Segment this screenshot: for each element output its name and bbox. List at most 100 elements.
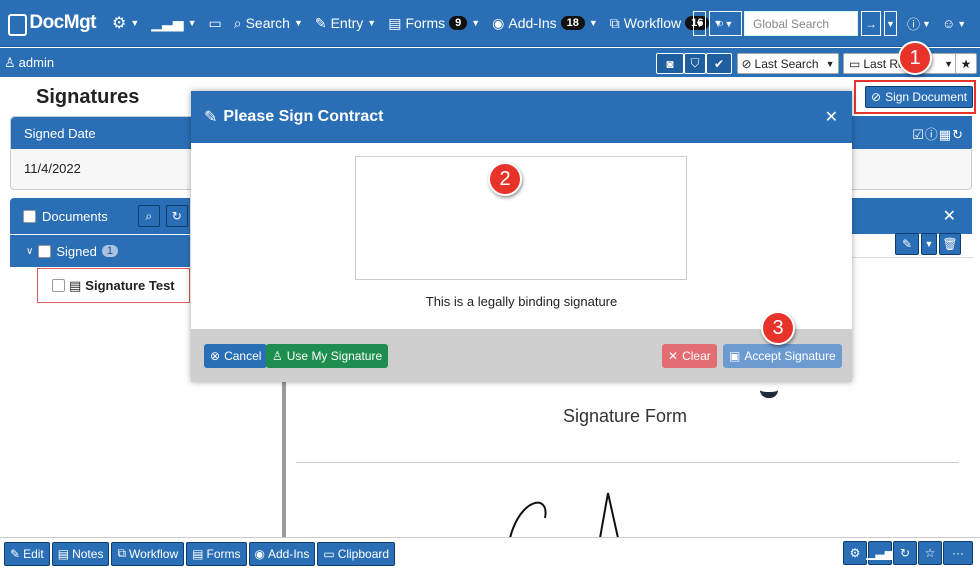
global-search-go-button[interactable]: → bbox=[861, 11, 881, 36]
info-icon: ⓘ bbox=[907, 17, 921, 32]
notes-button[interactable]: ▤ Notes bbox=[51, 541, 110, 566]
search-icon: ⌕ bbox=[145, 208, 153, 223]
star-icon: ★ bbox=[960, 56, 972, 71]
signed-folder-checkbox[interactable] bbox=[38, 244, 52, 258]
edit-icon: ✎ bbox=[204, 109, 218, 126]
shield-button[interactable]: ⛉ bbox=[684, 53, 706, 74]
user-menu[interactable]: ☺ ▼ bbox=[942, 11, 966, 36]
logo-icon bbox=[8, 14, 28, 36]
pencil-icon: ✎ bbox=[10, 546, 21, 561]
gear-icon: ⚙ bbox=[112, 15, 127, 32]
check-button[interactable]: ✔ bbox=[706, 53, 732, 74]
global-search-input[interactable]: Global Search bbox=[744, 11, 858, 36]
documents-header: Documents ⌕ ↻ bbox=[10, 198, 190, 234]
chevron-down-icon: ▼ bbox=[886, 18, 895, 29]
x-icon: ✕ bbox=[668, 349, 679, 363]
logo-fragment bbox=[760, 382, 778, 398]
delete-button[interactable]: 🗑 bbox=[939, 233, 961, 255]
chevron-down-icon: ∨ bbox=[26, 245, 34, 257]
workflow-button[interactable]: ⧉ Workflow bbox=[111, 541, 185, 566]
settings-button[interactable]: ⚙ bbox=[843, 541, 867, 565]
sign-contract-modal: ✎ Please Sign Contract ✕ This is a legal… bbox=[191, 91, 852, 382]
cancel-circle-icon: ⊗ bbox=[210, 349, 221, 363]
clipboard-button[interactable]: ▭ Clipboard bbox=[317, 541, 396, 566]
bottom-right-tools: ⚙ ▁▃▅ ↻ ☆ ··· bbox=[843, 541, 973, 565]
trash-icon: 🗑 bbox=[942, 237, 958, 251]
chevron-down-icon: ▼ bbox=[924, 239, 934, 249]
annotation-dropdown[interactable]: ▼ bbox=[921, 233, 937, 255]
camera-button[interactable]: ◙ bbox=[656, 53, 684, 74]
shield-icon: ⛉ bbox=[690, 56, 700, 70]
callout-3: 3 bbox=[761, 311, 795, 345]
workflow-icon: ⧉ bbox=[609, 14, 620, 31]
user-award-icon: ♙ bbox=[4, 54, 16, 70]
close-icon[interactable]: ✕ bbox=[825, 107, 838, 127]
inbox-button[interactable]: ▭ bbox=[209, 0, 222, 47]
callout-2: 2 bbox=[488, 162, 522, 196]
addins-icon: ◉ bbox=[492, 14, 505, 31]
addins-button[interactable]: ◉ Add-Ins bbox=[248, 541, 316, 566]
documents-search-button[interactable]: ⌕ bbox=[137, 205, 160, 227]
stats-button[interactable]: ▁▃▅ bbox=[866, 541, 894, 565]
document-item-signature-test[interactable]: ▤ Signature Test bbox=[37, 268, 190, 303]
signature-form-title: Signature Form bbox=[562, 406, 688, 426]
reports-menu[interactable]: ▁▃▅ ▼ bbox=[151, 0, 196, 47]
use-my-signature-button[interactable]: ♙ Use My Signature bbox=[266, 344, 389, 368]
accept-signature-button[interactable]: ▣ Accept Signature bbox=[723, 344, 842, 368]
page-title: Signatures bbox=[36, 86, 140, 108]
forms-menu[interactable]: ▤ Forms 9 ▼ bbox=[388, 0, 480, 47]
folder-icon: ▭ bbox=[849, 56, 861, 71]
info-menu[interactable]: ⓘ ▼ bbox=[907, 11, 931, 36]
check-circle-icon: ⊘ bbox=[741, 56, 752, 71]
forms-count-badge: 9 bbox=[449, 16, 468, 30]
cancel-button[interactable]: ⊗ Cancel bbox=[204, 344, 268, 368]
edit-annotation-button[interactable]: ✎ bbox=[895, 233, 919, 255]
viewer-header: ✕ bbox=[852, 198, 972, 234]
documents-select-all-checkbox[interactable] bbox=[23, 209, 36, 223]
refresh-button[interactable]: ↻ bbox=[893, 541, 917, 565]
favorites-button[interactable]: ★ bbox=[955, 53, 977, 74]
arrow-right-icon: → bbox=[865, 16, 877, 31]
edit-icon: ✎ bbox=[314, 14, 327, 31]
entry-menu[interactable]: ✎ Entry ▼ bbox=[315, 0, 376, 47]
clear-button[interactable]: ✕ Clear bbox=[662, 344, 717, 368]
panel-tools-icons[interactable]: ☑ⓘ▦↻ bbox=[912, 124, 964, 143]
refresh-icon: ↻ bbox=[171, 209, 182, 223]
addins-icon: ◉ bbox=[254, 546, 265, 561]
document-checkbox[interactable] bbox=[52, 279, 65, 292]
bar-chart-icon: ▁▃▅ bbox=[866, 546, 894, 560]
camera-icon: ◙ bbox=[666, 56, 674, 71]
search-icon: ⌕ bbox=[233, 14, 242, 31]
sign-document-button[interactable]: ⊘ Sign Document bbox=[865, 86, 974, 108]
addins-menu[interactable]: ◉ Add-Ins 18 ▼ bbox=[492, 0, 598, 47]
clipboard-icon: ▭ bbox=[323, 546, 335, 561]
search-type-dropdown[interactable]: ⌕ ▼ bbox=[709, 11, 742, 36]
settings-menu[interactable]: ⚙ ▼ bbox=[112, 0, 139, 47]
signed-folder-row[interactable]: ∨ Signed 1 bbox=[10, 235, 190, 267]
viewer-toolbar: ✎ ▼ 🗑 bbox=[895, 233, 961, 255]
search-scope-dropdown[interactable]: ▼ bbox=[693, 11, 706, 36]
user-indicator: ♙ admin bbox=[4, 54, 55, 71]
top-navbar: DocMgt ⚙ ▼ ▁▃▅ ▼ ▭ ⌕ Search ▼ ✎ Entry ▼ ▤ Fo… bbox=[0, 0, 980, 47]
search-menu[interactable]: ⌕ Search ▼ bbox=[234, 0, 303, 47]
signature-image bbox=[509, 492, 619, 538]
pencil-icon: ✎ bbox=[901, 237, 913, 251]
documents-refresh-button[interactable]: ↻ bbox=[165, 205, 188, 227]
signed-date-value: 11/4/2022 bbox=[24, 161, 81, 176]
favorite-button[interactable]: ☆ bbox=[918, 541, 942, 565]
forms-button[interactable]: ▤ Forms bbox=[186, 541, 247, 566]
last-search-dropdown[interactable]: ⊘ Last Search ▼ bbox=[737, 53, 839, 74]
viewer-scroll-edge bbox=[282, 382, 286, 537]
user-icon: ♙ bbox=[272, 349, 283, 363]
edit-button[interactable]: ✎ Edit bbox=[4, 541, 50, 566]
signed-count-badge: 1 bbox=[101, 245, 118, 257]
close-icon[interactable]: ✕ bbox=[943, 206, 956, 226]
app-logo[interactable]: DocMgt bbox=[0, 0, 96, 47]
search-options-dropdown[interactable]: ▼ bbox=[884, 11, 897, 36]
workflow-icon: ⧉ bbox=[117, 546, 127, 560]
sub-navbar: ♙ admin ◙ ⛉ ✔ ⊘ Last Search ▼ ▭ Last Re … bbox=[0, 48, 980, 77]
callout-1: 1 bbox=[898, 41, 932, 75]
forms-icon: ▤ bbox=[388, 14, 402, 31]
archive-icon: ▭ bbox=[208, 14, 222, 31]
more-button[interactable]: ··· bbox=[943, 541, 973, 565]
